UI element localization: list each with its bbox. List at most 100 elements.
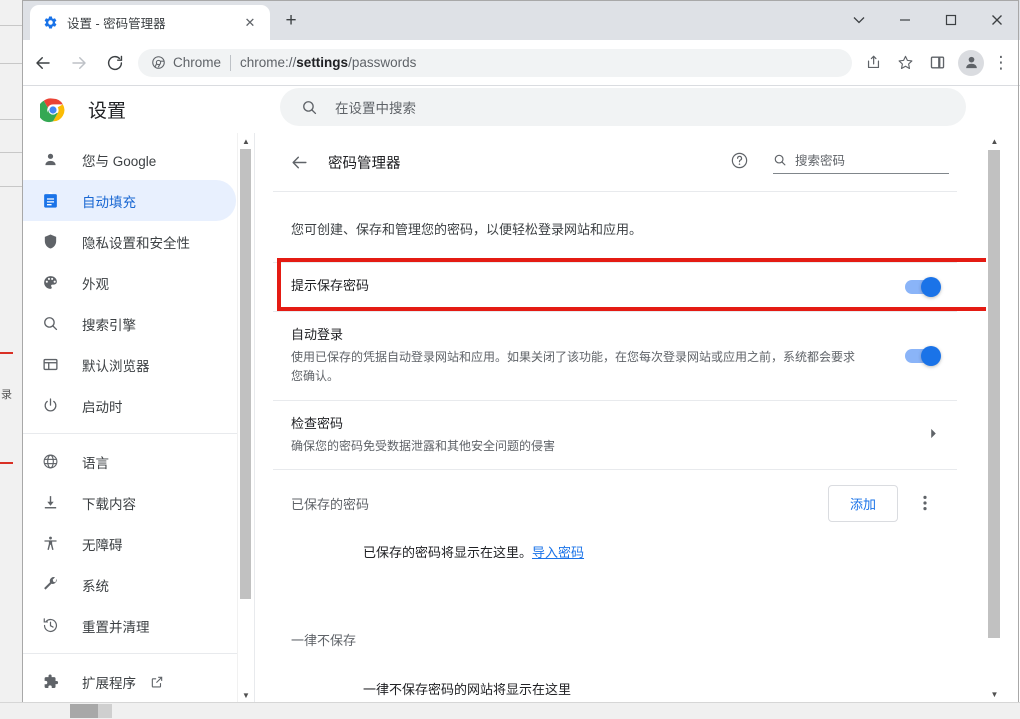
- setting-title: 提示保存密码: [291, 276, 889, 296]
- search-icon: [773, 153, 787, 167]
- sidebar-item-you-and-google[interactable]: 您与 Google: [22, 139, 236, 180]
- sidebar-item-label: 无障碍: [82, 534, 123, 554]
- never-saved-empty-text: 一律不保存密码的网站将显示在这里: [273, 651, 957, 698]
- tab-title: 设置 - 密码管理器: [67, 13, 166, 32]
- forward-icon[interactable]: [64, 48, 94, 78]
- browser-icon: [40, 355, 60, 375]
- setting-row-offer-save-passwords[interactable]: 提示保存密码: [273, 263, 957, 311]
- power-icon: [40, 396, 60, 416]
- password-search-input[interactable]: 搜索密码: [773, 150, 949, 174]
- sidebar-item-autofill[interactable]: 自动填充: [22, 180, 236, 221]
- sidebar-divider: [22, 433, 254, 434]
- chrome-logo-icon: [40, 97, 66, 123]
- globe-icon: [40, 452, 60, 472]
- add-password-button[interactable]: 添加: [828, 485, 898, 522]
- hscrollbar-thumb-secondary[interactable]: [98, 704, 112, 718]
- hscrollbar-thumb[interactable]: [70, 704, 98, 718]
- background-glyph: 录: [1, 390, 12, 401]
- sidebar-item-on-startup[interactable]: 启动时: [22, 385, 236, 426]
- chrome-menu-icon[interactable]: ⋮: [986, 48, 1016, 78]
- sidebar-item-appearance[interactable]: 外观: [22, 262, 236, 303]
- maximize-button[interactable]: [928, 0, 974, 40]
- sidebar-item-label: 重置并清理: [82, 616, 150, 636]
- chip-label: Chrome: [173, 55, 221, 70]
- sidebar-item-label: 搜索引擎: [82, 314, 136, 334]
- sidebar-item-label: 隐私设置和安全性: [82, 232, 190, 252]
- address-bar[interactable]: Chrome chrome://settings/passwords: [138, 49, 852, 77]
- scroll-up-arrow-icon[interactable]: ▲: [986, 133, 1003, 150]
- sidebar-scrollbar-thumb[interactable]: [240, 149, 251, 599]
- download-icon: [40, 493, 60, 513]
- sidebar-scrollbar[interactable]: ▲ ▼: [237, 133, 254, 703]
- saved-passwords-kebab-icon[interactable]: [911, 489, 939, 517]
- offer-save-passwords-toggle[interactable]: [905, 280, 939, 294]
- main-content: 密码管理器 搜索密码: [255, 133, 1003, 703]
- sidebar-item-default-browser[interactable]: 默认浏览器: [22, 344, 236, 385]
- scroll-down-arrow-icon[interactable]: ▼: [238, 687, 254, 703]
- sidebar-item-label: 启动时: [82, 396, 123, 416]
- settings-body: 您与 Google 自动填充 隐私设置和安全性: [22, 133, 1020, 703]
- chevron-right-icon[interactable]: [928, 428, 939, 442]
- back-arrow-icon[interactable]: [289, 152, 309, 172]
- password-manager-header: 密码管理器 搜索密码: [273, 133, 957, 191]
- sidebar-item-downloads[interactable]: 下载内容: [22, 482, 236, 523]
- sidebar-item-label: 自动填充: [82, 191, 136, 211]
- chrome-window: 设置 - 密码管理器 ✕ +: [22, 0, 1020, 719]
- toolbar-right-icons: ⋮: [856, 48, 1020, 78]
- palette-icon: [40, 273, 60, 293]
- sidebar-nav-list: 您与 Google 自动填充 隐私设置和安全性: [22, 133, 254, 703]
- sidebar-item-privacy-security[interactable]: 隐私设置和安全性: [22, 221, 236, 262]
- browser-tab[interactable]: 设置 - 密码管理器 ✕: [30, 5, 270, 40]
- never-saved-group-header: 一律不保存: [273, 561, 957, 651]
- setting-row-auto-signin[interactable]: 自动登录 使用已保存的凭据自动登录网站和应用。如果关闭了该功能，在您每次登录网站…: [273, 312, 957, 400]
- sidebar-item-accessibility[interactable]: 无障碍: [22, 523, 236, 564]
- sidebar-item-search-engine[interactable]: 搜索引擎: [22, 303, 236, 344]
- star-icon[interactable]: [890, 48, 920, 78]
- setting-text-block: 自动登录 使用已保存的凭据自动登录网站和应用。如果关闭了该功能，在您每次登录网站…: [291, 312, 889, 400]
- window-controls: [836, 0, 1020, 40]
- content-scrollbar[interactable]: ▲ ▼: [986, 133, 1003, 703]
- never-saved-title: 一律不保存: [291, 630, 939, 649]
- search-input[interactable]: 在设置中搜索: [280, 88, 966, 126]
- autofill-icon: [40, 191, 60, 211]
- saved-passwords-group-header: 已保存的密码 添加: [273, 470, 957, 536]
- sidebar-item-label: 系统: [82, 575, 109, 595]
- password-manager-description: 您可创建、保存和管理您的密码，以便轻松登录网站和应用。: [273, 192, 957, 262]
- empty-text-label: 已保存的密码将显示在这里。: [363, 545, 532, 560]
- sidebar-item-label: 扩展程序: [82, 672, 136, 692]
- new-tab-button[interactable]: +: [280, 10, 302, 32]
- setting-subtitle: 确保您的密码免受数据泄露和其他安全问题的侵害: [291, 437, 861, 456]
- setting-text-block: 检查密码 确保您的密码免受数据泄露和其他安全问题的侵害: [291, 401, 912, 470]
- help-circle-icon[interactable]: [730, 151, 749, 170]
- sidebar-item-system[interactable]: 系统: [22, 564, 236, 605]
- sidebar-item-extensions[interactable]: 扩展程序: [22, 661, 236, 702]
- setting-title: 检查密码: [291, 414, 912, 434]
- side-panel-icon[interactable]: [922, 48, 952, 78]
- settings-gear-favicon: [42, 15, 58, 31]
- close-window-button[interactable]: [974, 0, 1020, 40]
- minimize-button[interactable]: [882, 0, 928, 40]
- share-icon[interactable]: [858, 48, 888, 78]
- tab-search-icon[interactable]: [836, 0, 882, 40]
- history-icon: [40, 616, 60, 636]
- sidebar-item-reset-cleanup[interactable]: 重置并清理: [22, 605, 236, 646]
- shield-icon: [40, 232, 60, 252]
- scroll-down-arrow-icon[interactable]: ▼: [986, 686, 1003, 703]
- auto-signin-toggle[interactable]: [905, 349, 939, 363]
- import-passwords-link[interactable]: 导入密码: [532, 545, 584, 560]
- content-scrollbar-thumb[interactable]: [988, 150, 1000, 638]
- background-window-sliver: 录: [0, 0, 23, 719]
- close-icon[interactable]: ✕: [242, 15, 258, 31]
- avatar[interactable]: [958, 50, 984, 76]
- search-icon: [40, 314, 60, 334]
- desktop-horizontal-scrollbar[interactable]: [0, 702, 1020, 719]
- search-icon: [301, 99, 318, 116]
- password-search-placeholder: 搜索密码: [795, 150, 845, 169]
- chrome-logo-icon: [150, 55, 166, 71]
- back-icon[interactable]: [28, 48, 58, 78]
- scroll-up-arrow-icon[interactable]: ▲: [238, 133, 254, 149]
- puzzle-icon: [40, 672, 60, 692]
- setting-row-check-passwords[interactable]: 检查密码 确保您的密码免受数据泄露和其他安全问题的侵害: [273, 401, 957, 470]
- sidebar-item-languages[interactable]: 语言: [22, 441, 236, 482]
- reload-icon[interactable]: [100, 48, 130, 78]
